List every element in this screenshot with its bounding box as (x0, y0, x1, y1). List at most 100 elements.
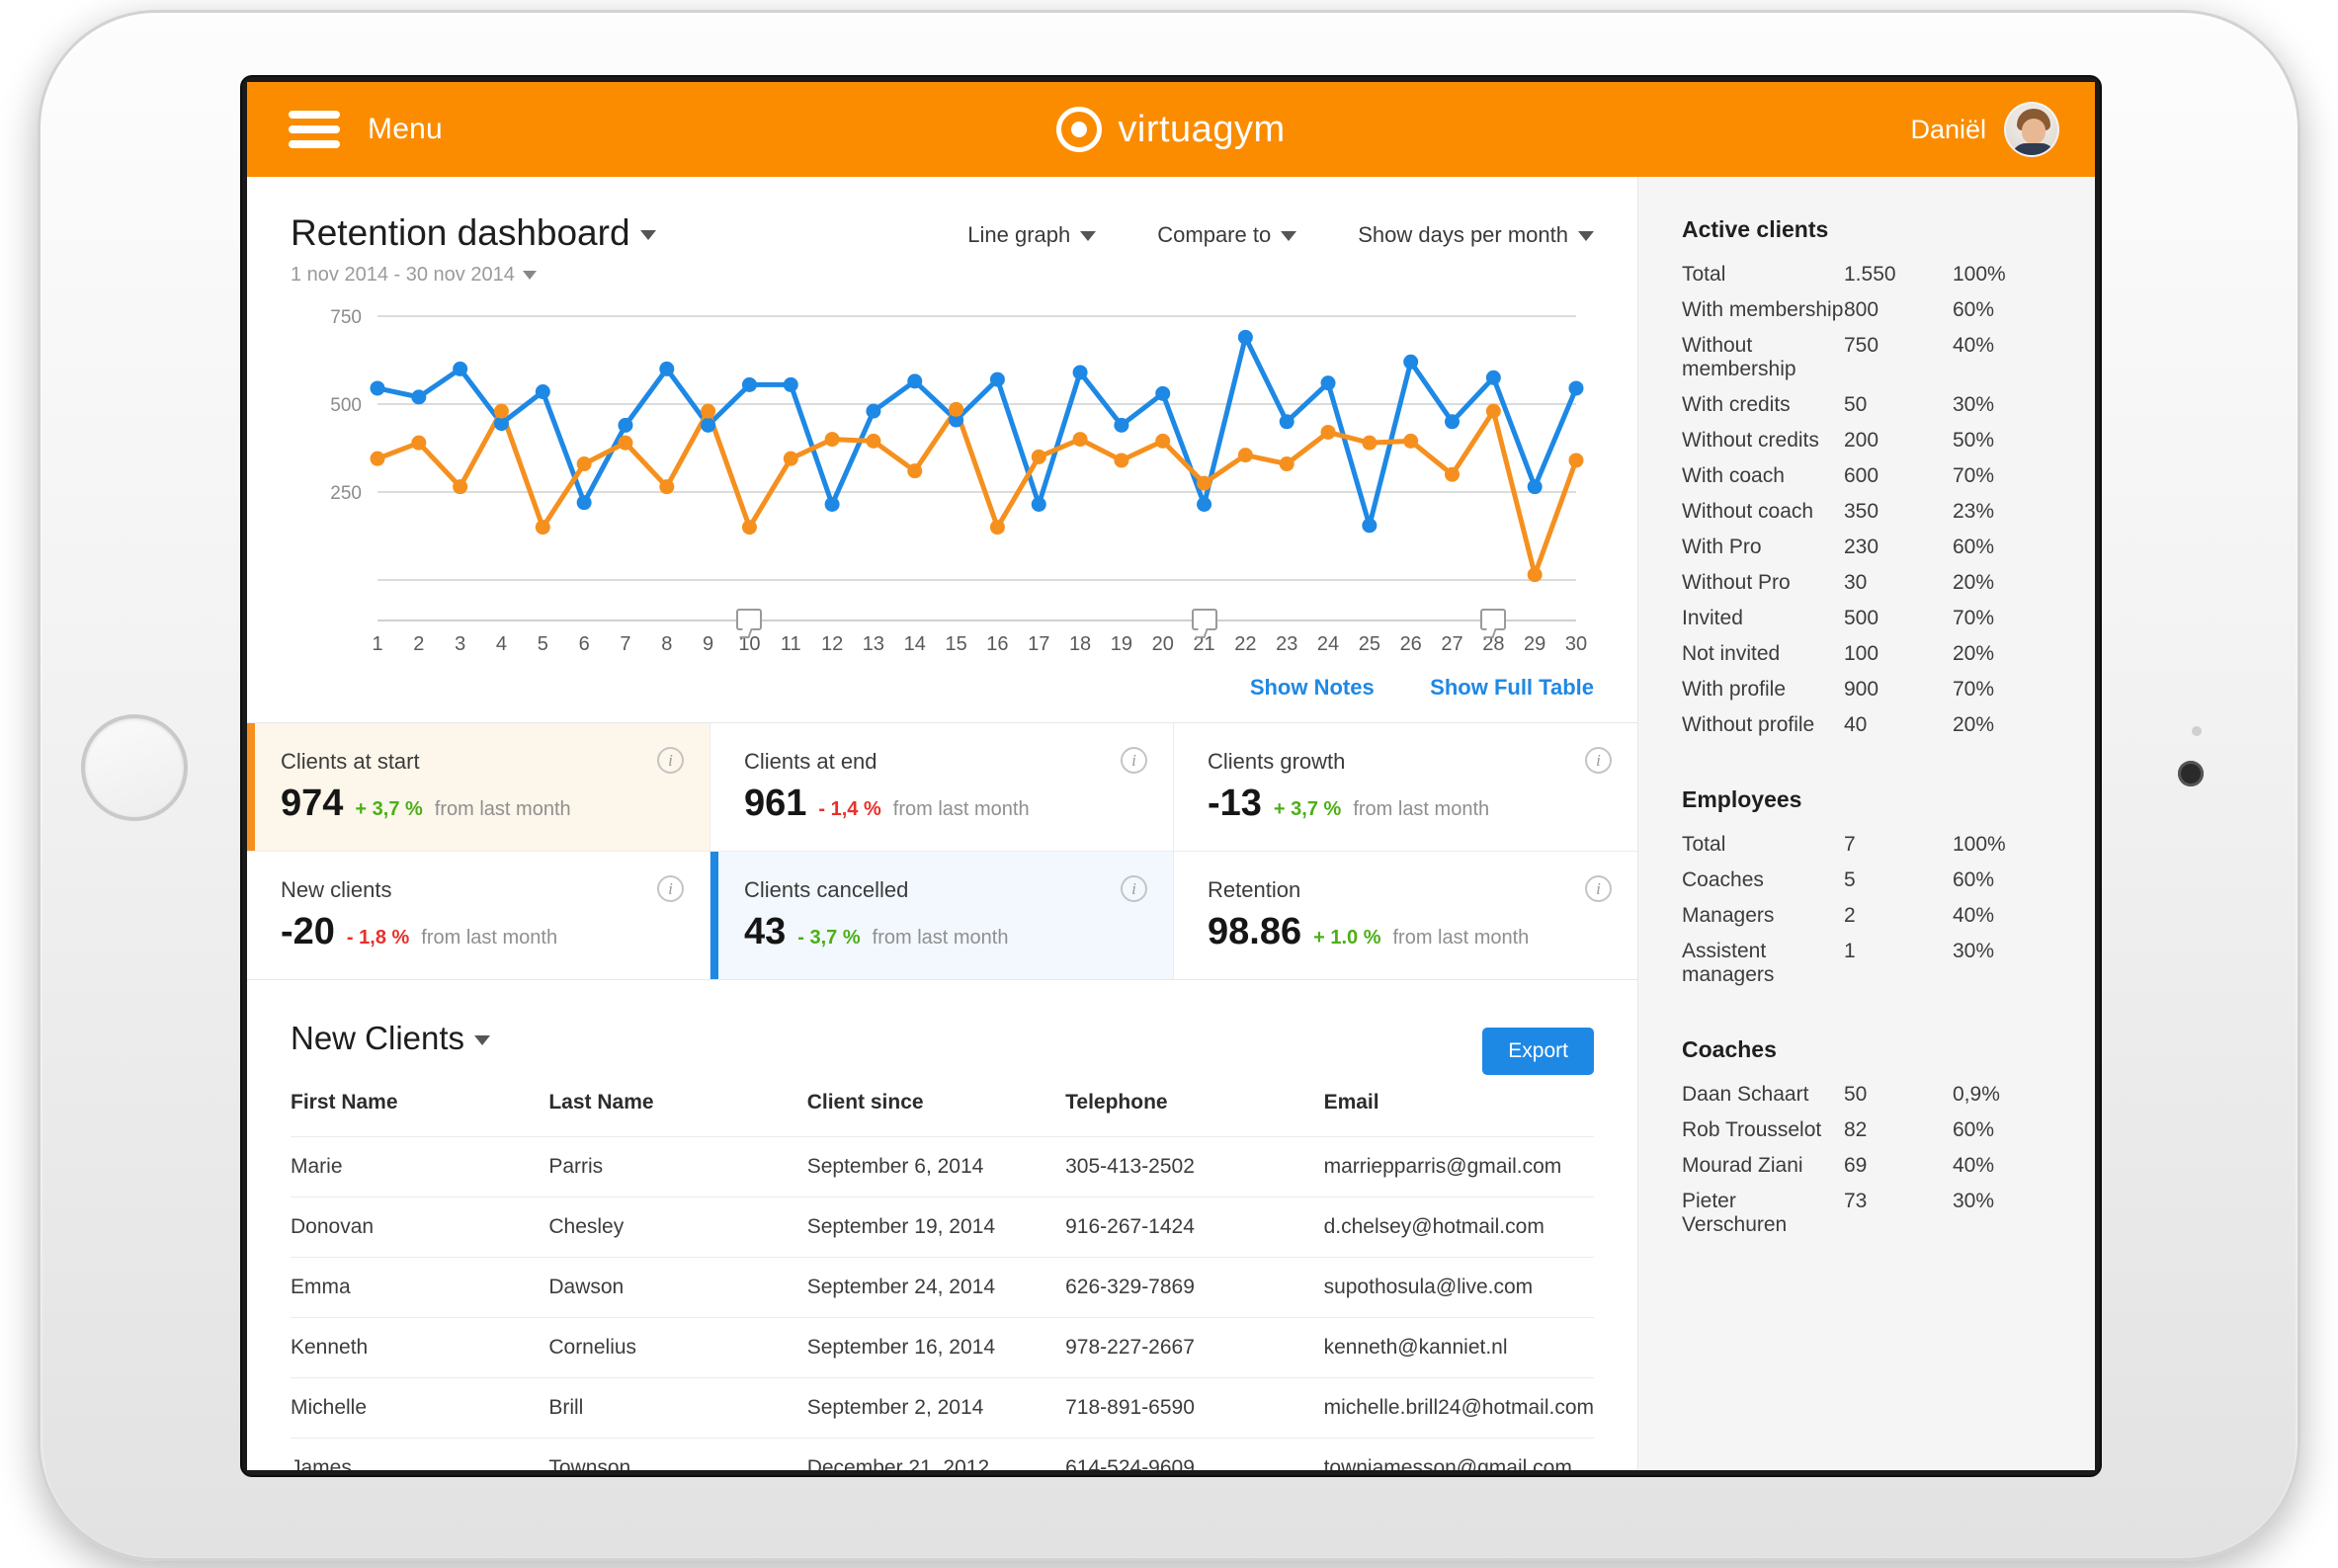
chart-point[interactable] (866, 434, 880, 449)
page-title[interactable]: Retention dashboard (291, 212, 656, 254)
chart-point[interactable] (1445, 467, 1460, 482)
chevron-down-icon[interactable] (1578, 231, 1594, 241)
chart-point[interactable] (618, 418, 632, 433)
chart-point[interactable] (1032, 450, 1046, 464)
table-row[interactable]: JamesTownsonDecember 21, 2012614-524-960… (291, 1439, 1594, 1471)
chart-point[interactable] (701, 418, 715, 433)
info-icon[interactable]: i (1585, 747, 1612, 774)
chart-point[interactable] (1486, 404, 1501, 419)
chart-point[interactable] (742, 520, 757, 535)
chart-point[interactable] (1073, 432, 1088, 447)
chart-point[interactable] (411, 389, 426, 404)
chart-point[interactable] (825, 497, 840, 512)
x-axis-tick-label: 6 (579, 633, 590, 656)
show-notes-link[interactable]: Show Notes (1250, 675, 1375, 700)
chart-point[interactable] (907, 463, 922, 478)
export-button[interactable]: Export (1482, 1028, 1594, 1075)
chart-point[interactable] (1403, 355, 1418, 370)
info-icon[interactable]: i (1585, 875, 1612, 902)
chart-point[interactable] (866, 404, 880, 419)
chart-point[interactable] (1403, 434, 1418, 449)
table-row[interactable]: EmmaDawsonSeptember 24, 2014626-329-7869… (291, 1258, 1594, 1318)
chart-point[interactable] (1197, 476, 1211, 491)
chart-point[interactable] (1528, 567, 1543, 582)
table-row[interactable]: KennethCorneliusSeptember 16, 2014978-22… (291, 1318, 1594, 1378)
retention-line-chart[interactable]: 250500750 (291, 308, 1594, 619)
chart-point[interactable] (371, 380, 385, 395)
chart-point[interactable] (1569, 380, 1584, 395)
chart-point[interactable] (371, 452, 385, 466)
user-account-area[interactable]: Daniël (1910, 82, 2059, 177)
chart-point[interactable] (1528, 479, 1543, 494)
chart-point[interactable] (1321, 425, 1336, 440)
chart-point[interactable] (1445, 414, 1460, 429)
chart-point[interactable] (411, 436, 426, 451)
chart-point[interactable] (1569, 453, 1584, 467)
period-dropdown[interactable]: Show days per month (1358, 222, 1594, 248)
show-full-table-link[interactable]: Show Full Table (1430, 675, 1594, 700)
chevron-down-icon[interactable] (1080, 231, 1096, 241)
chevron-down-icon[interactable] (1281, 231, 1296, 241)
chart-point[interactable] (1197, 497, 1211, 512)
new-clients-title[interactable]: New Clients (291, 1020, 490, 1057)
chart-point[interactable] (1321, 375, 1336, 390)
chart-point[interactable] (701, 404, 715, 419)
chart-point[interactable] (1155, 386, 1170, 401)
table-row[interactable]: MarieParrisSeptember 6, 2014305-413-2502… (291, 1137, 1594, 1197)
compare-to-dropdown[interactable]: Compare to (1157, 222, 1296, 248)
chart-point[interactable] (990, 520, 1005, 535)
chart-point[interactable] (659, 362, 674, 376)
chart-point[interactable] (784, 452, 798, 466)
chart-point[interactable] (1486, 371, 1501, 385)
chart-note-marker[interactable] (1480, 609, 1506, 630)
chart-point[interactable] (1073, 365, 1088, 379)
chart-point[interactable] (536, 520, 550, 535)
chart-point[interactable] (1114, 453, 1128, 467)
chart-point[interactable] (1238, 448, 1253, 462)
chart-point[interactable] (453, 479, 467, 494)
chart-point[interactable] (1032, 497, 1046, 512)
chart-point[interactable] (784, 377, 798, 392)
info-icon[interactable]: i (1121, 875, 1147, 902)
chart-point[interactable] (990, 372, 1005, 387)
chart-point[interactable] (577, 456, 592, 471)
chart-point[interactable] (825, 432, 840, 447)
home-button[interactable] (81, 714, 188, 821)
menu-label[interactable]: Menu (368, 113, 443, 146)
table-row[interactable]: DonovanChesleySeptember 19, 2014916-267-… (291, 1197, 1594, 1258)
chart-point[interactable] (1280, 414, 1294, 429)
chevron-down-icon[interactable] (474, 1035, 490, 1045)
chart-point[interactable] (1114, 418, 1128, 433)
info-icon[interactable]: i (1121, 747, 1147, 774)
date-range-selector[interactable]: 1 nov 2014 - 30 nov 2014 (291, 264, 1594, 287)
chart-note-marker[interactable] (736, 609, 762, 630)
info-icon[interactable]: i (657, 747, 684, 774)
chart-point[interactable] (536, 384, 550, 399)
column-header[interactable]: Email (1324, 1091, 1594, 1137)
chart-note-marker[interactable] (1192, 609, 1217, 630)
column-header[interactable]: Last Name (548, 1091, 806, 1137)
chart-point[interactable] (1362, 436, 1377, 451)
graph-type-dropdown[interactable]: Line graph (967, 222, 1096, 248)
chart-point[interactable] (618, 436, 632, 451)
table-row[interactable]: MichelleBrillSeptember 2, 2014718-891-65… (291, 1378, 1594, 1439)
chart-point[interactable] (494, 404, 509, 419)
chart-point[interactable] (659, 479, 674, 494)
hamburger-menu-icon[interactable] (289, 111, 340, 148)
chevron-down-icon[interactable] (640, 230, 656, 240)
chart-point[interactable] (1238, 330, 1253, 345)
chart-point[interactable] (453, 362, 467, 376)
column-header[interactable]: First Name (291, 1091, 548, 1137)
column-header[interactable]: Client since (807, 1091, 1065, 1137)
chart-point[interactable] (907, 373, 922, 388)
avatar[interactable] (2004, 102, 2059, 157)
column-header[interactable]: Telephone (1065, 1091, 1323, 1137)
chevron-down-icon[interactable] (523, 271, 537, 280)
chart-point[interactable] (949, 402, 963, 417)
chart-point[interactable] (1280, 456, 1294, 471)
chart-point[interactable] (1362, 518, 1377, 533)
chart-point[interactable] (742, 377, 757, 392)
info-icon[interactable]: i (657, 875, 684, 902)
chart-point[interactable] (577, 495, 592, 510)
chart-point[interactable] (1155, 434, 1170, 449)
